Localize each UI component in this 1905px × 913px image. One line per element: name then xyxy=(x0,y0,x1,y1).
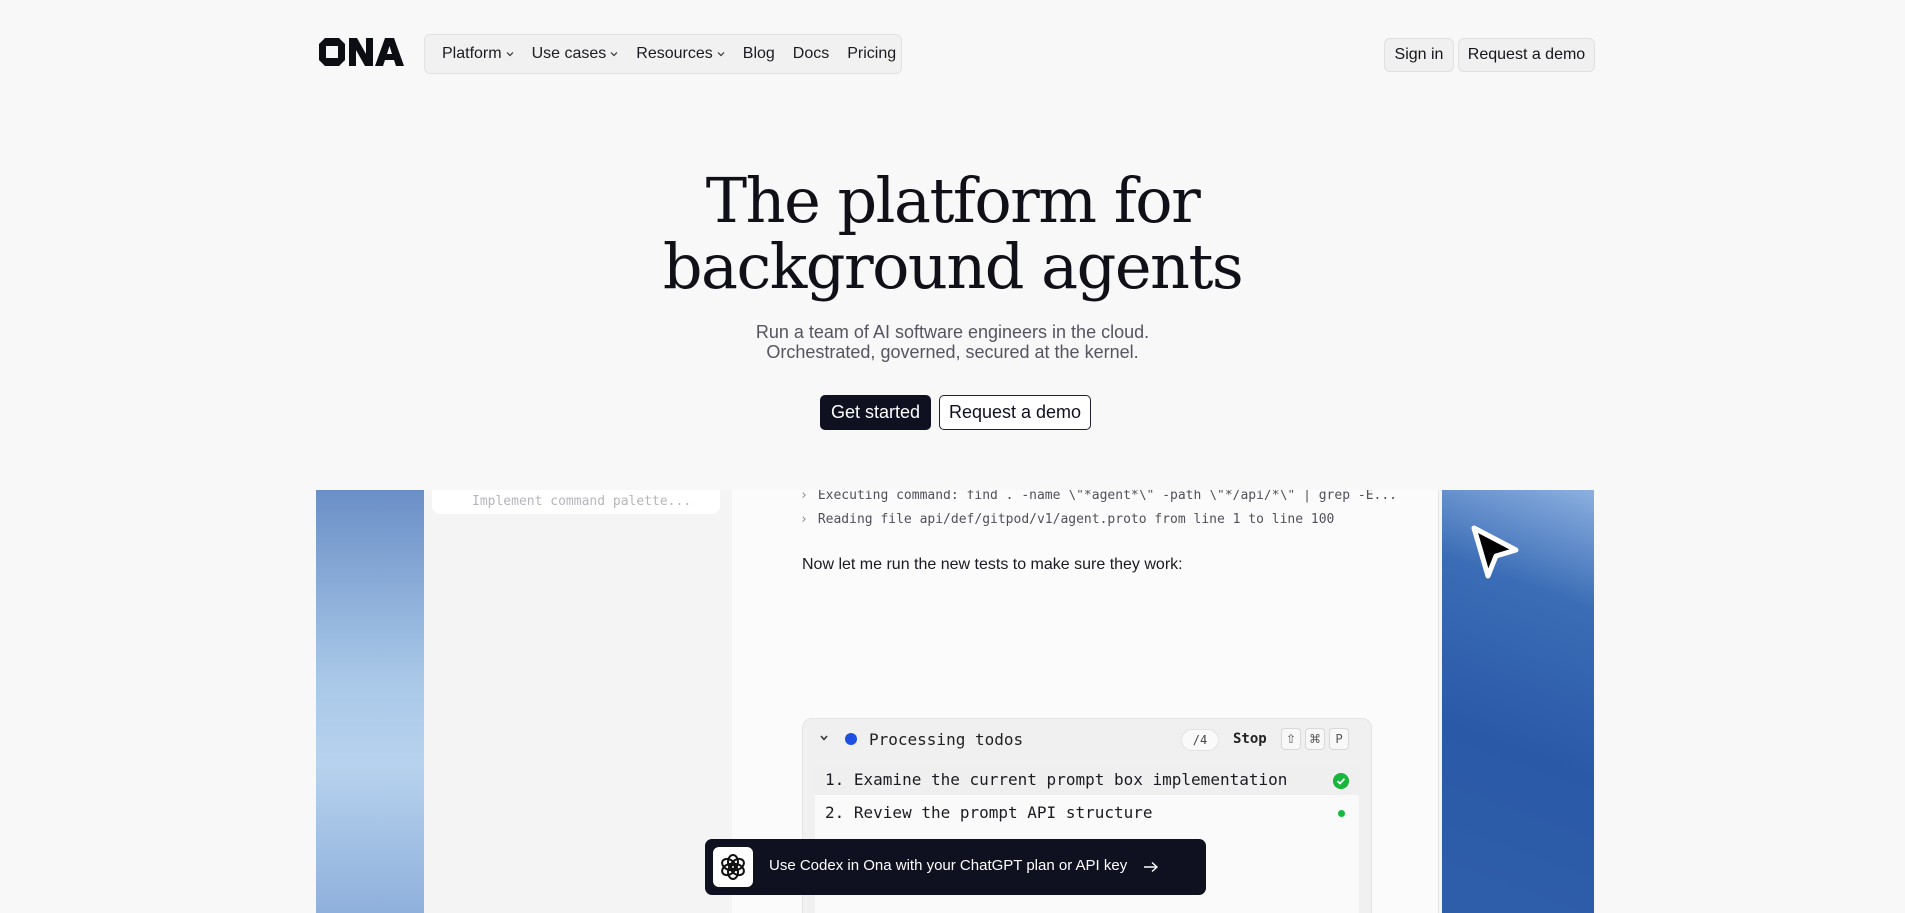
todo-item[interactable]: 1. Examine the current prompt box implem… xyxy=(815,765,1359,795)
sign-in-button[interactable]: Sign in xyxy=(1384,38,1454,72)
nav-resources[interactable]: Resources xyxy=(627,35,733,73)
gradient-panel-left xyxy=(316,490,424,913)
hero-title-line-2: background agents xyxy=(662,230,1244,303)
chevron-right-icon: › xyxy=(800,512,808,527)
arrow-right-icon xyxy=(1144,861,1159,873)
sidebar-pane: Implement command palette... xyxy=(424,490,733,913)
shift-key-icon: ⇧ xyxy=(1281,728,1301,750)
check-circle-icon xyxy=(1333,773,1349,789)
openai-logo-icon xyxy=(713,847,753,887)
banner-text: Use Codex in Ona with your ChatGPT plan … xyxy=(769,857,1128,874)
todo-count-badge: /4 xyxy=(1181,729,1219,751)
chevron-down-icon xyxy=(506,52,514,57)
chevron-down-icon[interactable] xyxy=(819,733,829,743)
hero-subtitle-line-1: Run a team of AI software engineers in t… xyxy=(755,322,1150,342)
codex-promo-banner[interactable]: Use Codex in Ona with your ChatGPT plan … xyxy=(705,839,1206,895)
status-dot-icon xyxy=(845,733,857,745)
todo-item-text: 1. Examine the current prompt box implem… xyxy=(825,770,1288,789)
command-key-icon: ⌘ xyxy=(1305,728,1325,750)
log-line[interactable]: › Reading file api/def/gitpod/v1/agent.pr… xyxy=(800,512,1334,527)
sidebar-task-card[interactable]: Implement command palette... xyxy=(432,490,720,514)
hero-subtitle-line-2: Orchestrated, governed, secured at the k… xyxy=(766,342,1139,362)
in-progress-dot-icon xyxy=(1338,810,1345,817)
chevron-down-icon xyxy=(717,52,725,57)
nav-resources-label: Resources xyxy=(636,45,713,62)
log-line-text: Executing command: find . -name \"*agent… xyxy=(817,490,1398,503)
nav-platform[interactable]: Platform xyxy=(433,35,523,73)
nav-pricing[interactable]: Pricing xyxy=(838,35,905,73)
sidebar-task-text: Implement command palette... xyxy=(472,494,692,509)
todo-header: Processing todos /4 Stop ⇧ ⌘ P xyxy=(803,719,1371,759)
hero-subtitle: Run a team of AI software engineers in t… xyxy=(0,322,1905,362)
nav-use-cases[interactable]: Use cases xyxy=(523,35,628,73)
hero-title: The platform for background agents xyxy=(0,168,1905,300)
todo-item[interactable]: 2. Review the prompt API structure xyxy=(815,798,1359,828)
hero-request-demo-button[interactable]: Request a demo xyxy=(939,395,1091,430)
log-line[interactable]: › Executing command: find . -name \"*agen… xyxy=(800,490,1397,503)
nav-docs[interactable]: Docs xyxy=(784,35,838,73)
cursor-pointer-icon xyxy=(1471,525,1519,579)
hero-title-line-1: The platform for xyxy=(705,164,1201,237)
chevron-right-icon: › xyxy=(800,490,808,503)
todo-item-text: 2. Review the prompt API structure xyxy=(825,803,1153,822)
ona-logo[interactable] xyxy=(315,34,405,70)
nav-blog[interactable]: Blog xyxy=(734,35,784,73)
agent-message: Now let me run the new tests to make sur… xyxy=(802,556,1183,573)
stop-button[interactable]: Stop xyxy=(1233,731,1267,747)
get-started-button[interactable]: Get started xyxy=(820,395,931,430)
nav-use-cases-label: Use cases xyxy=(531,45,607,62)
header-request-demo-button[interactable]: Request a demo xyxy=(1458,38,1595,72)
nav-platform-label: Platform xyxy=(442,45,502,62)
main-nav: Platform Use cases Resources Blog Docs P… xyxy=(424,34,902,74)
todo-title: Processing todos xyxy=(869,730,1024,749)
p-key-icon: P xyxy=(1329,728,1349,750)
log-line-text: Reading file api/def/gitpod/v1/agent.pro… xyxy=(817,512,1335,527)
chevron-down-icon xyxy=(610,52,618,57)
